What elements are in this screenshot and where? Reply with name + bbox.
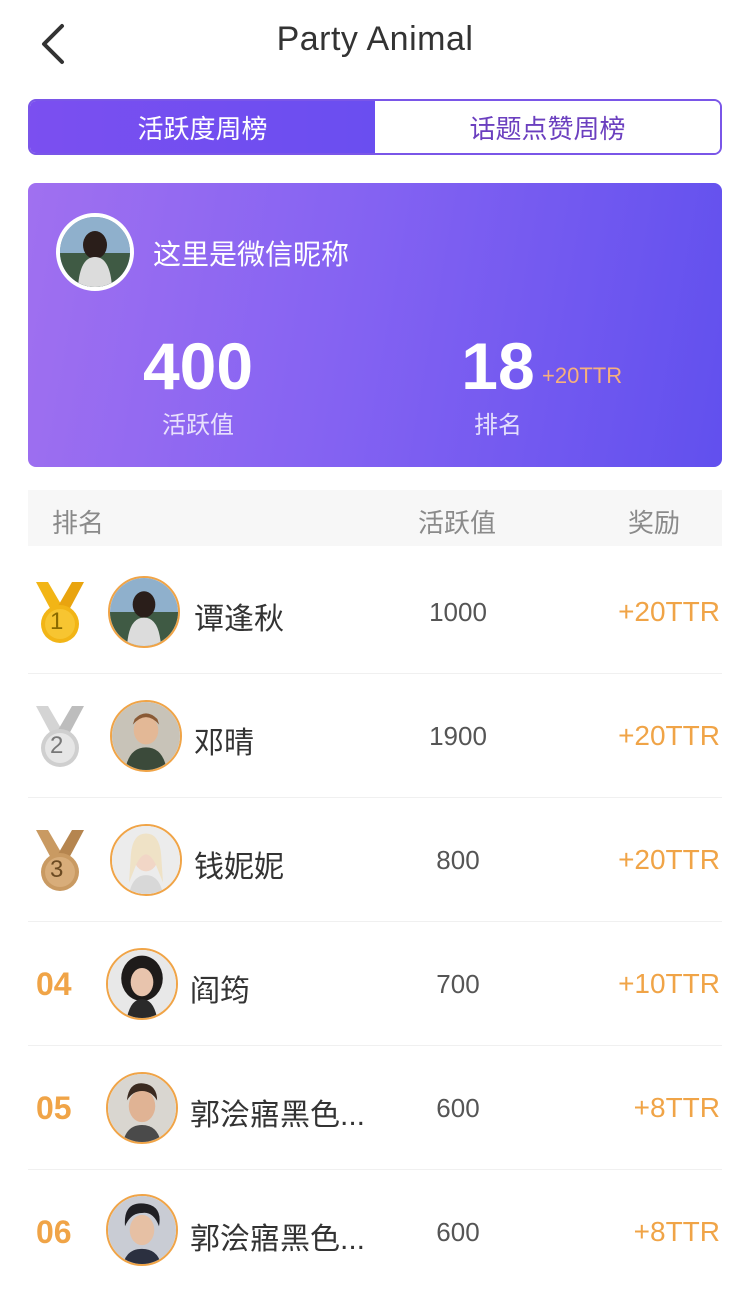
page-title: Party Animal <box>276 20 474 58</box>
activity-value: 1900 <box>429 721 487 751</box>
rank-label: 排名 <box>474 412 522 439</box>
user-name: 郭浍寤黑色... <box>190 1099 366 1132</box>
rank-number: 05 <box>36 1090 72 1126</box>
reward-value: +8TTR <box>633 1216 720 1247</box>
header-activity: 活跃值 <box>418 508 497 538</box>
avatar <box>106 1194 178 1266</box>
tab-topic-likes-weekly[interactable]: 话题点赞周榜 <box>375 101 720 153</box>
table-row[interactable]: 1 谭逢秋 1000 +20TTR <box>28 550 722 674</box>
leaderboard-header: 排名 活跃值 奖励 <box>28 490 722 546</box>
activity-value: 800 <box>436 845 480 875</box>
rank-number: 06 <box>36 1214 72 1250</box>
rank-number: 2 <box>50 732 64 759</box>
table-row[interactable]: 2 邓晴 1900 +20TTR <box>28 674 722 798</box>
avatar <box>56 213 134 291</box>
table-row[interactable]: 04 阎筠 700 +10TTR <box>28 922 722 1046</box>
rank-stat: 18 排名 <box>448 333 548 440</box>
activity-value: 600 <box>436 1217 480 1247</box>
activity-value: 1000 <box>429 597 487 627</box>
tab-activity-weekly[interactable]: 活跃度周榜 <box>30 101 375 153</box>
activity-value: 600 <box>436 1093 480 1123</box>
rank-number: 3 <box>50 856 64 883</box>
table-row[interactable]: 3 钱妮妮 800 +20TTR <box>28 798 722 922</box>
avatar <box>110 824 182 896</box>
avatar <box>106 948 178 1020</box>
ranking-tabs: 活跃度周榜 话题点赞周榜 <box>28 99 722 155</box>
user-nickname: 这里是微信昵称 <box>153 239 350 270</box>
header-reward: 奖励 <box>628 508 681 538</box>
activity-value: 400 <box>142 329 254 403</box>
reward-value: +20TTR <box>618 844 720 875</box>
activity-label: 活跃值 <box>162 412 234 439</box>
reward-value: +20TTR <box>618 596 720 627</box>
reward-value: +8TTR <box>633 1092 720 1123</box>
rank-number: 04 <box>36 966 72 1002</box>
user-name: 钱妮妮 <box>194 851 284 884</box>
user-name: 谭逢秋 <box>194 603 284 636</box>
nav-bar: Party Animal <box>0 0 750 88</box>
my-stats-card: 这里是微信昵称 400 活跃值 18 排名 +20TTR <box>28 183 722 467</box>
header-rank: 排名 <box>52 508 105 538</box>
table-row[interactable]: 05 郭浍寤黑色... 600 +8TTR <box>28 1046 722 1170</box>
user-name: 阎筠 <box>190 975 250 1008</box>
rank-reward: +20TTR <box>542 363 623 388</box>
avatar <box>108 576 180 648</box>
rank-number: 1 <box>50 608 64 635</box>
avatar <box>110 700 182 772</box>
activity-stat: 400 活跃值 <box>138 333 258 440</box>
reward-value: +10TTR <box>618 968 720 999</box>
avatar <box>106 1072 178 1144</box>
table-row[interactable]: 06 郭浍寤黑色... 600 +8TTR <box>28 1170 722 1291</box>
reward-value: +20TTR <box>618 720 720 751</box>
rank-value: 18 <box>461 329 535 403</box>
user-name: 邓晴 <box>194 727 254 760</box>
activity-value: 700 <box>436 969 480 999</box>
user-name: 郭浍寤黑色... <box>190 1223 366 1256</box>
